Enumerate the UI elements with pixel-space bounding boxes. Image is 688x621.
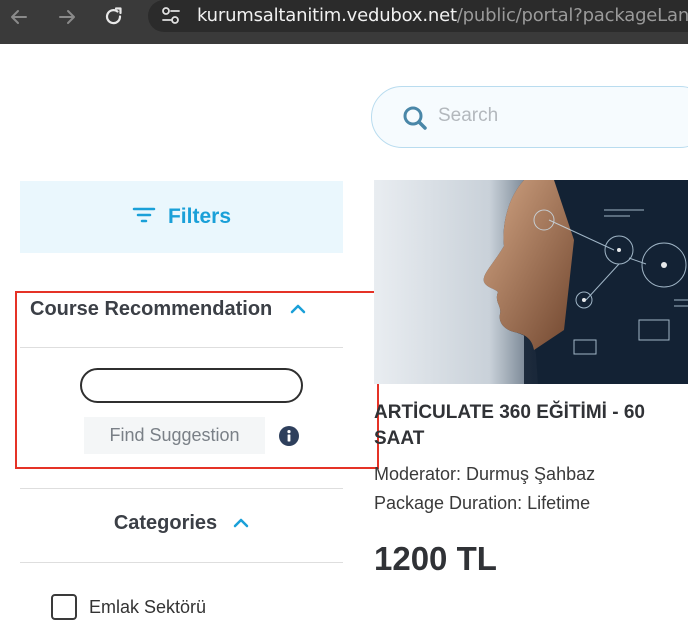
course-price: 1200 TL [374,540,497,577]
forward-icon[interactable] [54,4,80,30]
divider [20,488,343,489]
url-host: kurumsaltanitim.vedubox.net [197,5,457,26]
divider [20,562,343,563]
highlight-annotation [15,291,379,469]
site-settings-icon[interactable] [160,5,182,27]
course-image[interactable] [374,180,688,384]
filters-button[interactable]: Filters [20,181,343,253]
filter-icon [132,205,156,230]
chevron-up-icon[interactable] [233,515,249,533]
category-label: Emlak Sektörü [89,597,207,617]
url-path: /public/portal?packageLang [456,5,688,26]
browser-toolbar: kurumsaltanitim.vedubox.net/public/porta… [0,0,688,44]
categories-title: Categories [113,512,218,534]
search-box[interactable] [371,86,688,148]
filters-label: Filters [167,205,232,228]
search-input[interactable] [438,105,678,127]
categories-header[interactable]: Categories [20,512,343,535]
course-title[interactable]: ARTİCULATE 360 EĞİTİMİ - 60 SAAT [374,400,688,452]
url-text[interactable]: kurumsaltanitim.vedubox.net/public/porta… [197,5,688,26]
reload-icon[interactable] [101,4,127,30]
course-duration: Package Duration: Lifetime [374,493,591,513]
category-checkbox[interactable] [51,594,77,620]
search-icon [402,105,428,136]
back-icon[interactable] [6,4,32,30]
course-moderator: Moderator: Durmuş Şahbaz [374,464,596,484]
